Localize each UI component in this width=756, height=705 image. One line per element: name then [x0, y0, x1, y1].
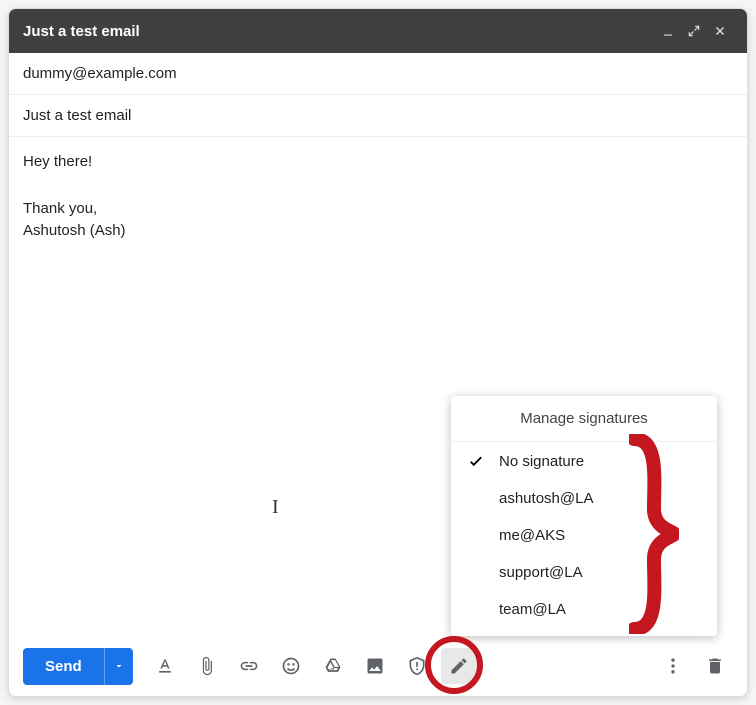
- recipients-field[interactable]: dummy@example.com: [9, 53, 747, 95]
- signature-item-label: No signature: [499, 453, 584, 470]
- titlebar: Just a test email: [9, 9, 747, 53]
- insert-photo-icon[interactable]: [357, 648, 393, 684]
- signature-item-label: support@LA: [499, 564, 583, 581]
- attach-file-icon[interactable]: [189, 648, 225, 684]
- body-signoff: Thank you,: [23, 198, 733, 221]
- discard-draft-icon[interactable]: [697, 648, 733, 684]
- signature-item-me[interactable]: me@AKS: [451, 517, 717, 554]
- insert-signature-icon[interactable]: [441, 648, 477, 684]
- signature-item-label: ashutosh@LA: [499, 490, 593, 507]
- signature-item-label: me@AKS: [499, 527, 565, 544]
- confidential-mode-icon[interactable]: [399, 648, 435, 684]
- body-greeting: Hey there!: [23, 151, 733, 174]
- formatting-icon[interactable]: [147, 648, 183, 684]
- subject-value: Just a test email: [23, 107, 131, 124]
- signature-item-support[interactable]: support@LA: [451, 554, 717, 591]
- signature-item-label: team@LA: [499, 601, 566, 618]
- text-cursor-icon: I: [272, 492, 279, 522]
- fullscreen-button[interactable]: [681, 18, 707, 44]
- send-button-group: Send: [23, 648, 133, 685]
- body-name: Ashutosh (Ash): [23, 220, 733, 243]
- insert-drive-icon[interactable]: [315, 648, 351, 684]
- compose-window: Just a test email dummy@example.com Just…: [8, 8, 748, 697]
- send-options-button[interactable]: [104, 648, 133, 685]
- signature-popup: Manage signatures No signature ashutosh@…: [451, 396, 717, 636]
- window-title: Just a test email: [23, 23, 140, 40]
- minimize-button[interactable]: [655, 18, 681, 44]
- insert-emoji-icon[interactable]: [273, 648, 309, 684]
- send-button[interactable]: Send: [23, 648, 104, 685]
- signature-item-ashutosh[interactable]: ashutosh@LA: [451, 480, 717, 517]
- close-button[interactable]: [707, 18, 733, 44]
- body-signature: Thank you, Ashutosh (Ash): [23, 198, 733, 243]
- more-options-icon[interactable]: [655, 648, 691, 684]
- compose-toolbar: Send: [9, 636, 747, 696]
- signature-item-none[interactable]: No signature: [451, 442, 717, 480]
- recipient-to: dummy@example.com: [23, 65, 177, 82]
- signature-popup-header[interactable]: Manage signatures: [451, 396, 717, 442]
- insert-link-icon[interactable]: [231, 648, 267, 684]
- subject-field[interactable]: Just a test email: [9, 95, 747, 137]
- check-icon: [467, 452, 485, 470]
- signature-item-team[interactable]: team@LA: [451, 591, 717, 628]
